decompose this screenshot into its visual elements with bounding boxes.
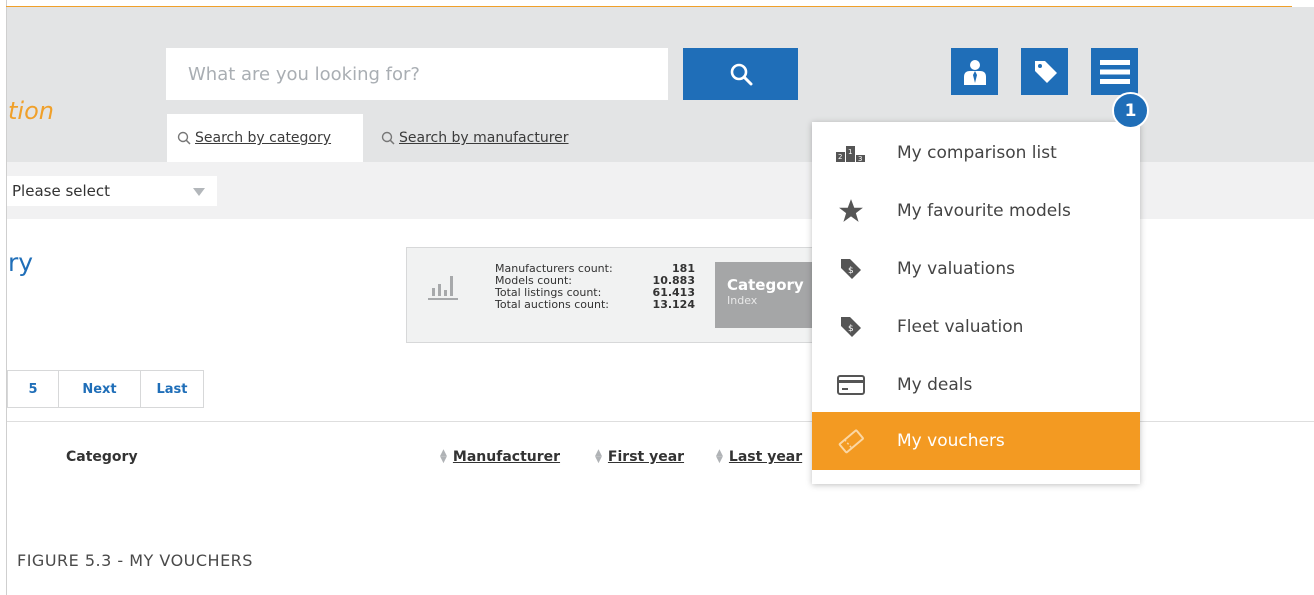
price-tag-icon: $ [836, 254, 866, 284]
podium-icon: 2 1 3 [836, 138, 866, 168]
sort-arrows-icon: ▲ ▼ [716, 448, 723, 465]
sort-last-year[interactable]: ▲ ▼ Last year [716, 448, 803, 466]
screenshot-frame: tion Search by catego [0, 0, 1314, 595]
card-icon [836, 370, 866, 400]
stats-value: 13.124 [652, 298, 695, 311]
stats-label: Total auctions count: [495, 298, 609, 311]
column-header-category: Category [66, 449, 138, 465]
tags-button[interactable] [1021, 48, 1068, 95]
search-icon [381, 131, 395, 145]
category-index-title: Category [727, 276, 804, 294]
figure-caption: FIGURE 5.3 - MY VOUCHERS [17, 551, 253, 570]
tab-label: Search by manufacturer [399, 130, 569, 146]
sort-arrows-icon: ▲ ▼ [440, 448, 447, 465]
stats-row: Total auctions count: 13.124 [495, 299, 695, 311]
pagination: 5 Next Last [7, 370, 204, 408]
tab-search-by-manufacturer[interactable]: Search by manufacturer [381, 114, 569, 162]
account-button[interactable] [951, 48, 998, 95]
sort-arrows-icon: ▲ ▼ [595, 448, 602, 465]
svg-text:$: $ [848, 266, 854, 276]
user-icon [963, 59, 986, 85]
menu-button[interactable] [1091, 48, 1138, 95]
svg-text:1: 1 [848, 148, 852, 156]
menu-item-label: My deals [897, 375, 973, 395]
menu-item-label: My vouchers [897, 431, 1005, 451]
menu-item-label: Fleet valuation [897, 317, 1024, 337]
star-icon [836, 196, 866, 226]
category-select[interactable]: Please select [7, 176, 217, 206]
menu-item-favourite-models[interactable]: My favourite models [812, 182, 1140, 240]
user-dropdown-menu: 2 1 3 My comparison list My favourite mo… [812, 122, 1140, 484]
price-tag-icon: $ [836, 312, 866, 342]
last-page-link[interactable]: Last [140, 371, 203, 407]
menu-item-label: My favourite models [897, 201, 1071, 221]
search-field[interactable] [166, 48, 668, 100]
voucher-icon [836, 426, 866, 456]
menu-item-comparison-list[interactable]: 2 1 3 My comparison list [812, 124, 1140, 182]
select-value: Please select [12, 182, 111, 200]
svg-text:3: 3 [858, 155, 862, 163]
search-icon [730, 63, 752, 86]
search-button[interactable] [683, 48, 798, 100]
tab-search-by-category[interactable]: Search by category [167, 114, 363, 162]
column-header-last-year: Last year [728, 449, 803, 465]
sort-first-year[interactable]: ▲ ▼ First year [595, 448, 685, 466]
menu-item-label: My valuations [897, 259, 1015, 279]
chevron-down-icon [193, 188, 205, 196]
column-header-manufacturer: Manufacturer [452, 449, 561, 465]
sort-manufacturer[interactable]: ▲ ▼ Manufacturer [440, 448, 561, 466]
bar-chart-icon [428, 276, 458, 300]
search-icon [177, 131, 191, 145]
menu-item-label: My comparison list [897, 143, 1057, 163]
step-badge: 1 [1112, 92, 1149, 129]
column-header-first-year: First year [607, 449, 685, 465]
next-page-link[interactable]: Next [58, 371, 140, 407]
search-input[interactable] [166, 48, 668, 100]
svg-text:$: $ [848, 324, 854, 334]
page-title: ry [8, 248, 34, 277]
stats-list: Manufacturers count: 181 Models count: 1… [495, 263, 695, 311]
brand-logo-text: tion [8, 97, 54, 125]
category-index-box[interactable]: Category Index [715, 262, 815, 328]
hamburger-menu-icon [1099, 59, 1130, 84]
category-index-subtitle: Index [727, 294, 758, 307]
tag-icon [1034, 60, 1057, 83]
menu-item-valuations[interactable]: $ My valuations [812, 240, 1140, 298]
page-5-link[interactable]: 5 [7, 371, 58, 407]
svg-text:2: 2 [838, 153, 842, 161]
menu-item-fleet-valuation[interactable]: $ Fleet valuation [812, 298, 1140, 356]
stats-panel: Manufacturers count: 181 Models count: 1… [406, 247, 816, 343]
menu-item-vouchers[interactable]: My vouchers [812, 412, 1140, 470]
menu-item-deals[interactable]: My deals [812, 356, 1140, 414]
tab-label: Search by category [195, 130, 332, 146]
